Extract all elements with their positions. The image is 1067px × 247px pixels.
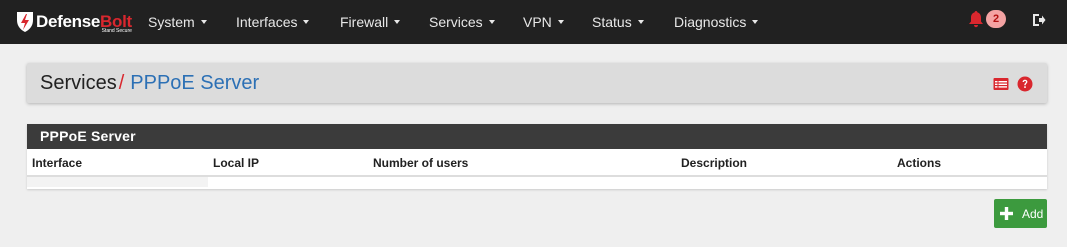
caret-down-icon [394,20,401,24]
caret-down-icon [752,20,759,24]
pppoe-server-panel: PPPoE Server Interface Local IP Number o… [27,124,1047,189]
column-header-local-ip: Local IP [213,156,260,170]
nav-menu-label: Services [429,14,483,30]
caret-down-icon [488,20,495,24]
bell-icon [969,11,983,28]
nav-menu-services[interactable]: Services [429,0,495,44]
column-header-description: Description [681,156,748,170]
table-body-empty [27,177,1047,187]
nav-menu-system[interactable]: System [148,0,207,44]
breadcrumb-panel: Services / PPPoE Server [27,63,1047,103]
nav-menu-diagnostics[interactable]: Diagnostics [674,0,759,44]
nav-menu-vpn[interactable]: VPN [523,0,564,44]
brand-tagline: Stand Secure [101,28,132,34]
table-header: Interface Local IP Number of users Descr… [27,149,1047,177]
caret-down-icon [637,20,644,24]
caret-down-icon [557,20,564,24]
caret-down-icon [200,20,207,24]
breadcrumb: Services / PPPoE Server [40,72,259,94]
nav-menu-label: Interfaces [236,14,298,30]
caret-down-icon [303,20,310,24]
notifications-button[interactable]: 2 [968,10,1006,28]
add-button-label: Add [1022,206,1044,221]
nav-menu-label: VPN [523,14,552,30]
nav-menu-label: Status [592,14,632,30]
brand-name-main: Defense [36,12,101,31]
brand-logo[interactable]: DefenseBolt Stand Secure [16,4,132,40]
breadcrumb-separator: / [118,72,125,94]
breadcrumb-root: Services [40,72,117,94]
plus-icon [1000,207,1013,220]
shield-logo-icon [17,12,33,32]
log-list-icon[interactable] [993,76,1009,92]
column-header-actions: Actions [897,156,942,170]
nav-menu-label: Firewall [340,14,389,30]
nav-menu-firewall[interactable]: Firewall [340,0,401,44]
brand-wordmark: DefenseBolt Stand Secure [36,12,132,34]
top-navbar: DefenseBolt Stand Secure System Interfac… [0,0,1067,44]
nav-menu-label: System [148,14,195,30]
column-header-number-of-users: Number of users [373,156,469,170]
breadcrumb-current-link[interactable]: PPPoE Server [130,72,259,94]
help-icon[interactable] [1017,76,1033,92]
nav-menu-label: Diagnostics [674,14,747,30]
add-button[interactable]: Add [994,199,1047,228]
notification-count-badge: 2 [986,10,1006,28]
breadcrumb-actions [993,76,1033,92]
logout-icon[interactable] [1032,13,1046,27]
panel-title: PPPoE Server [27,124,1047,149]
nav-menu-status[interactable]: Status [592,0,644,44]
table-row-stripe [27,177,208,187]
column-header-interface: Interface [32,156,83,170]
nav-menu-interfaces[interactable]: Interfaces [236,0,310,44]
